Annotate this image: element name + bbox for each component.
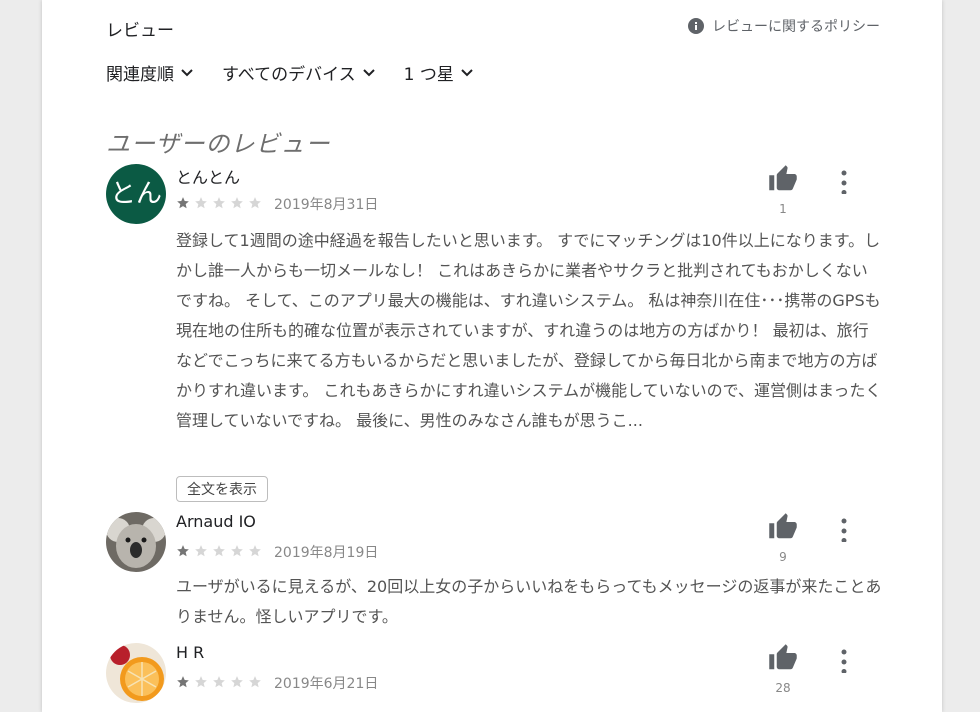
star-rating xyxy=(176,543,266,562)
review-author: H R xyxy=(176,643,205,662)
star-empty-icon xyxy=(249,544,261,556)
device-filter-dropdown[interactable]: すべてのデバイス xyxy=(222,60,376,85)
review-policy-link[interactable]: レビューに関するポリシー xyxy=(688,16,880,36)
review-meta: 2019年8月31日 xyxy=(176,194,378,214)
review-text: 登録して1週間の途中経過を報告したいと思います。 すでにマッチングは10件以上に… xyxy=(176,231,882,430)
star-filled-icon xyxy=(177,196,189,208)
review-date: 2019年8月19日 xyxy=(274,545,379,561)
koala-avatar-image xyxy=(106,512,166,572)
star-empty-icon xyxy=(213,196,225,208)
star-empty-icon xyxy=(195,196,207,208)
star-filled-icon xyxy=(177,675,189,687)
star-empty-icon xyxy=(231,196,243,208)
review-author: とんとん xyxy=(176,168,241,187)
thumbs-up-icon xyxy=(769,644,797,670)
avatar-initials: とん xyxy=(106,164,166,224)
filter-label: 1 つ星 xyxy=(403,65,454,85)
avatar: とん xyxy=(106,164,166,224)
reviews-card: レビュー レビューに関するポリシー 関連度順 すべてのデバイス 1 つ星 ユーザ… xyxy=(42,0,942,712)
info-icon xyxy=(688,18,704,34)
more-options-button[interactable] xyxy=(836,166,852,195)
star-filled-icon xyxy=(177,544,189,556)
star-empty-icon xyxy=(213,675,225,687)
star-empty-icon xyxy=(231,675,243,687)
filter-bar: 関連度順 すべてのデバイス 1 つ星 xyxy=(106,60,474,85)
star-empty-icon xyxy=(249,675,261,687)
helpful-button[interactable] xyxy=(768,643,802,673)
helpful-count: 1 xyxy=(779,202,787,216)
sort-filter-dropdown[interactable]: 関連度順 xyxy=(106,60,194,85)
section-title: レビュー xyxy=(106,21,174,41)
star-rating xyxy=(176,674,266,693)
star-rating xyxy=(176,195,266,214)
more-vert-icon xyxy=(841,518,847,543)
thumbs-up-icon xyxy=(769,165,797,191)
helpful-count: 9 xyxy=(779,550,787,564)
show-full-review-button[interactable]: 全文を表示 xyxy=(176,476,268,502)
star-empty-icon xyxy=(195,675,207,687)
chevron-down-icon xyxy=(461,68,473,76)
avatar xyxy=(106,512,166,572)
avatar xyxy=(106,643,166,703)
helpful-count: 28 xyxy=(775,681,791,695)
filter-label: すべてのデバイス xyxy=(222,65,356,85)
user-reviews-heading: ユーザーのレビュー xyxy=(106,130,331,158)
more-options-button[interactable] xyxy=(836,645,852,674)
star-empty-icon xyxy=(249,196,261,208)
more-options-button[interactable] xyxy=(836,514,852,543)
helpful-button[interactable] xyxy=(768,164,802,194)
review-meta: 2019年8月19日 xyxy=(176,542,378,562)
helpful-button[interactable] xyxy=(768,512,802,542)
more-vert-icon xyxy=(841,170,847,195)
chevron-down-icon xyxy=(362,68,375,76)
review-text: ユーザがいるに見えるが、20回以上女の子からいいねをもらってもメッセージの返事が… xyxy=(176,577,882,626)
review-author: Arnaud IO xyxy=(176,512,256,531)
review-meta: 2019年6月21日 xyxy=(176,673,378,693)
chevron-down-icon xyxy=(181,68,193,76)
thumbs-up-icon xyxy=(769,513,797,539)
star-empty-icon xyxy=(213,544,225,556)
review-date: 2019年6月21日 xyxy=(274,676,379,692)
star-empty-icon xyxy=(231,544,243,556)
star-empty-icon xyxy=(195,544,207,556)
orange-avatar-image xyxy=(106,643,166,703)
rating-filter-dropdown[interactable]: 1 つ星 xyxy=(404,60,474,85)
review-policy-label: レビューに関するポリシー xyxy=(712,19,880,35)
more-vert-icon xyxy=(841,649,847,674)
review-date: 2019年8月31日 xyxy=(274,197,379,213)
filter-label: 関連度順 xyxy=(106,65,174,85)
